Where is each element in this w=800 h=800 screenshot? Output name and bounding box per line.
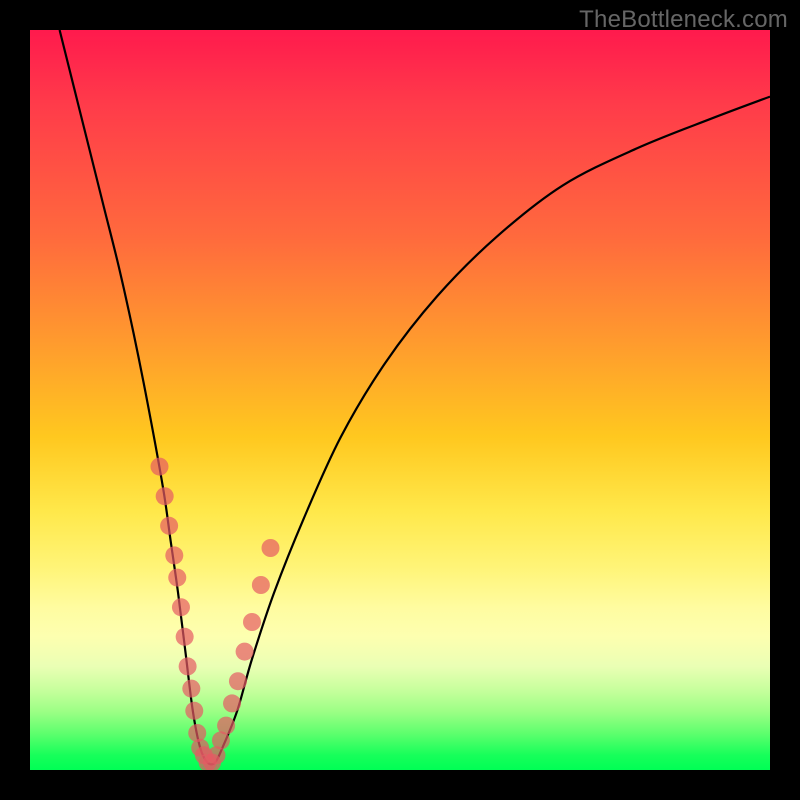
scatter-dot — [243, 613, 261, 631]
scatter-dot — [168, 569, 186, 587]
scatter-dot — [179, 657, 197, 675]
scatter-dot — [151, 458, 169, 476]
scatter-dot — [172, 598, 190, 616]
bottleneck-curve — [60, 30, 770, 764]
plot-area — [30, 30, 770, 770]
scatter-dot — [236, 643, 254, 661]
scatter-dot — [229, 672, 247, 690]
scatter-dot — [165, 546, 183, 564]
scatter-dot — [262, 539, 280, 557]
scatter-dot — [156, 487, 174, 505]
scatter-dot — [188, 724, 206, 742]
scatter-dot — [223, 694, 241, 712]
scatter-dot — [182, 680, 200, 698]
scatter-dot — [252, 576, 270, 594]
scatter-dot — [160, 517, 178, 535]
chart-svg — [30, 30, 770, 770]
scatter-dot — [217, 717, 235, 735]
scatter-dot — [185, 702, 203, 720]
chart-frame: TheBottleneck.com — [0, 0, 800, 800]
scatter-dots — [151, 458, 280, 770]
watermark-text: TheBottleneck.com — [579, 6, 788, 34]
scatter-dot — [176, 628, 194, 646]
